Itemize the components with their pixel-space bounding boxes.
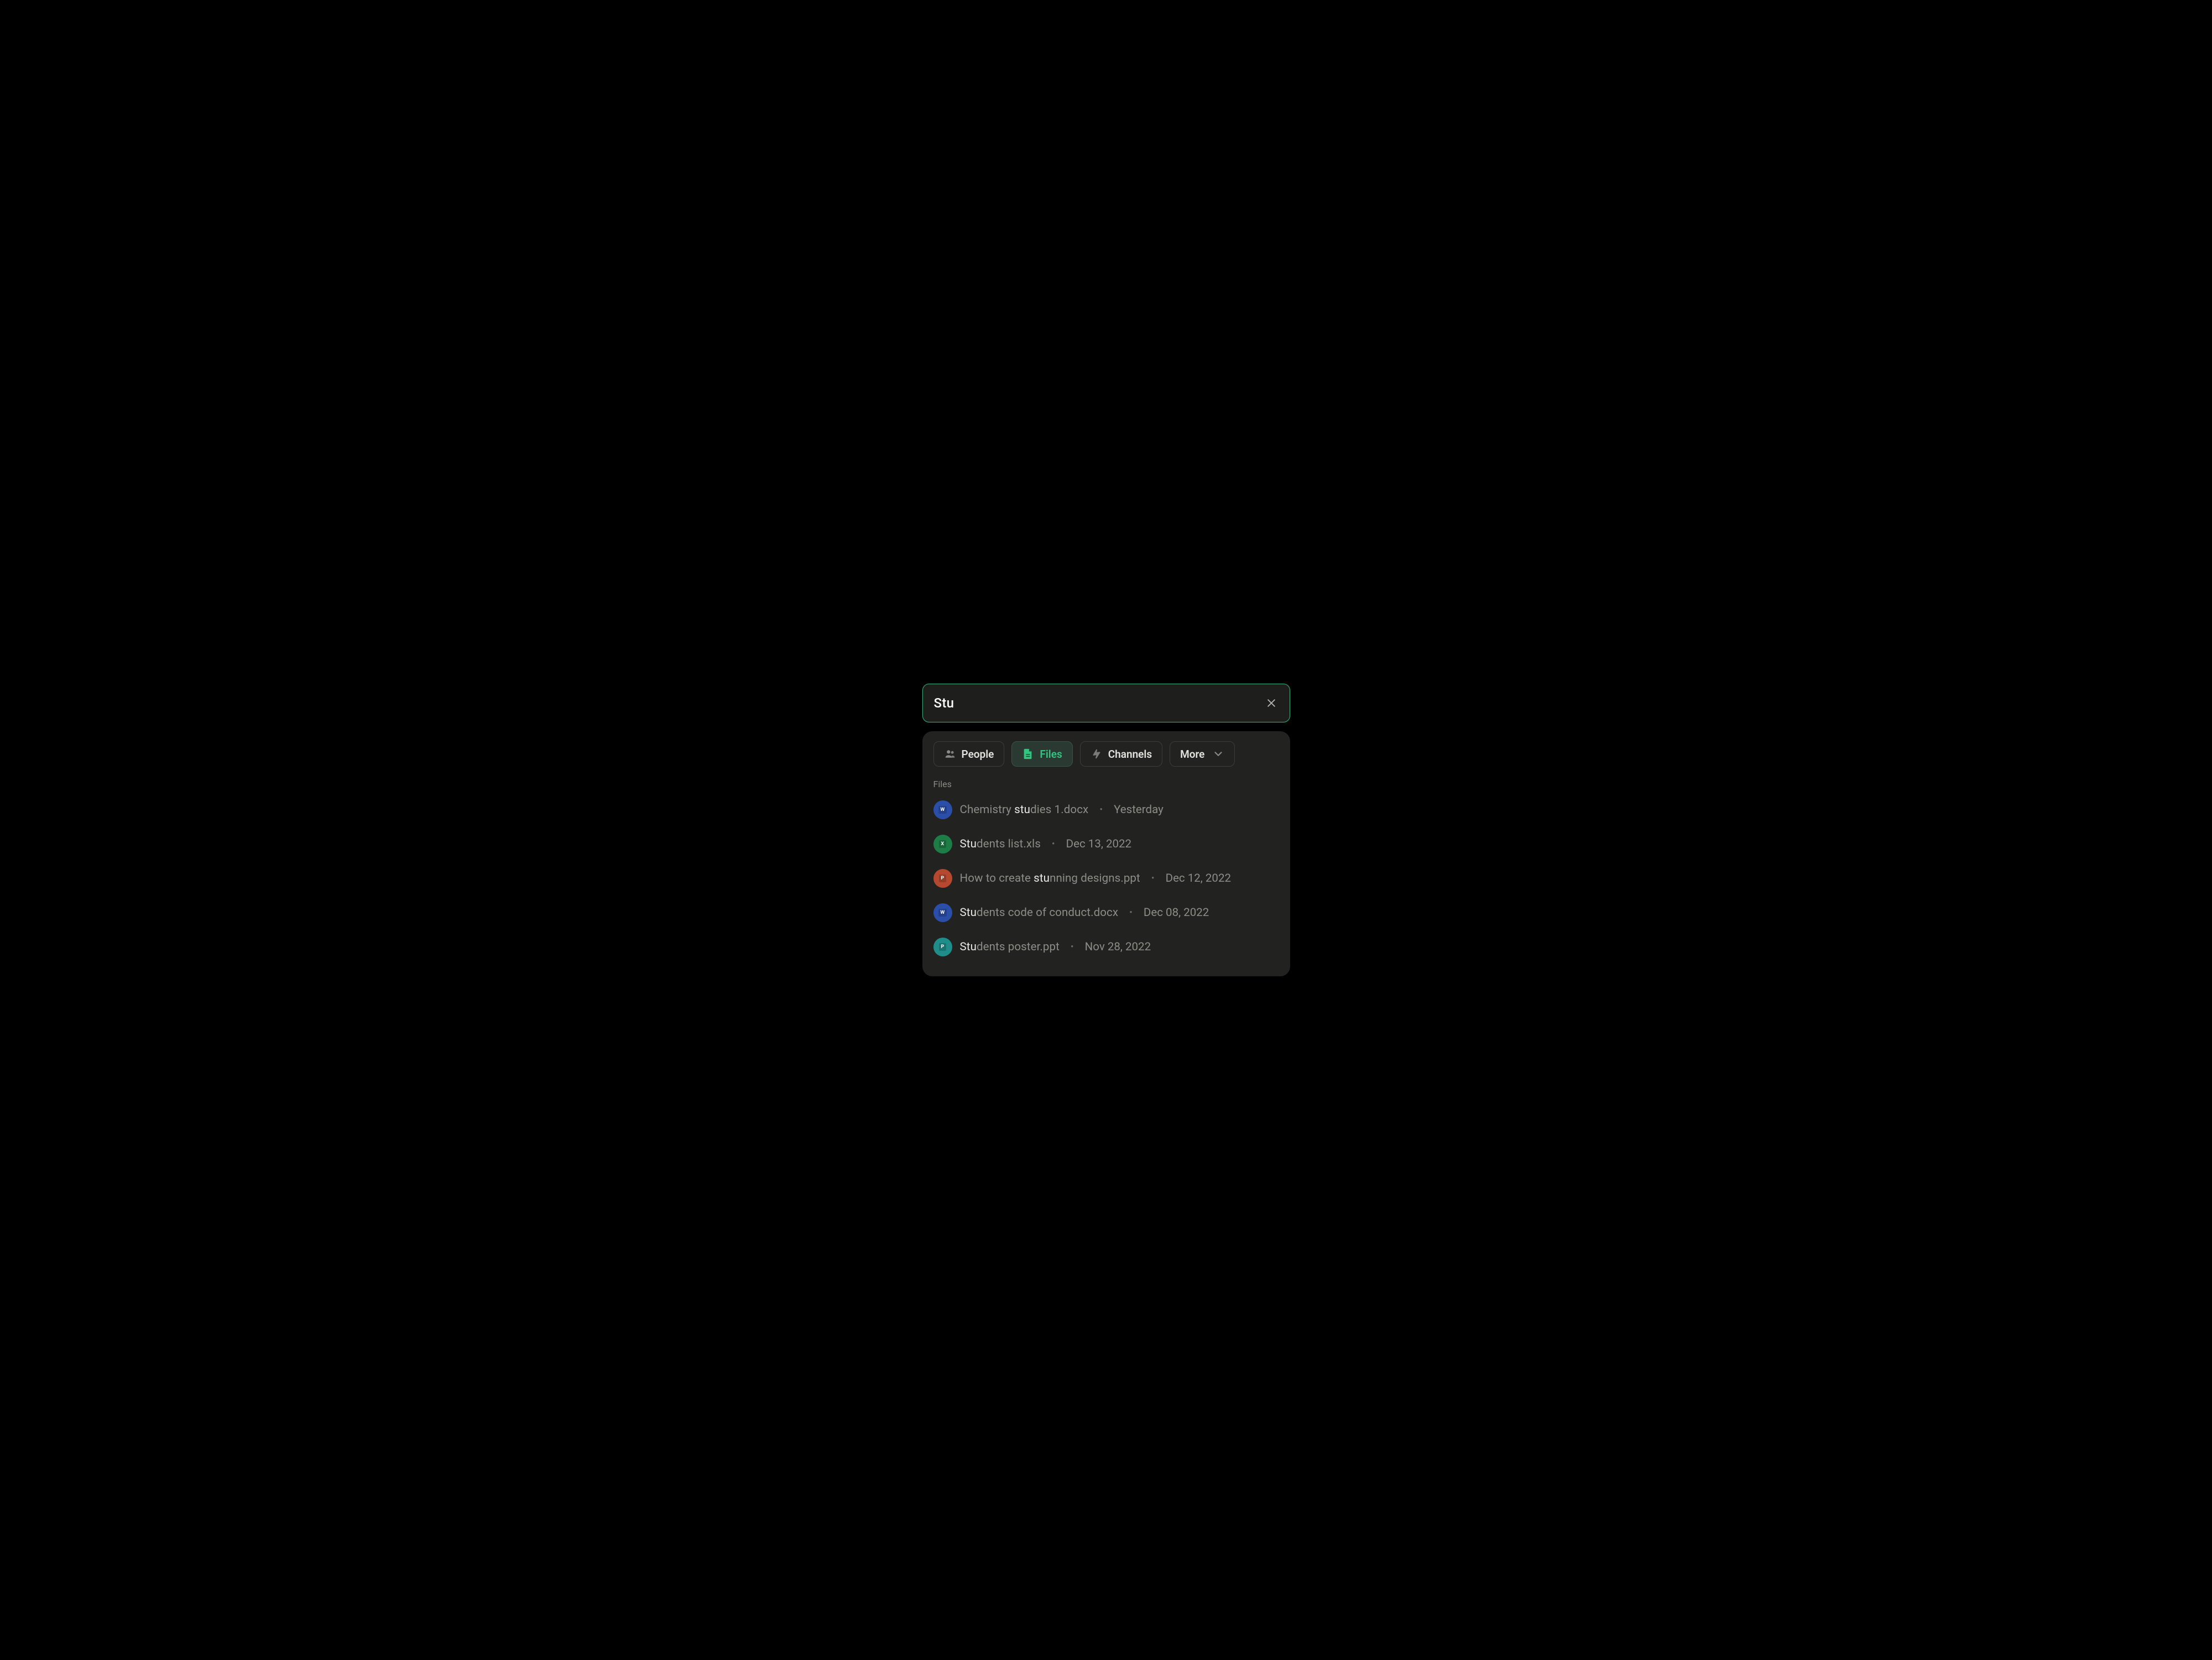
filter-channels[interactable]: Channels bbox=[1080, 741, 1162, 767]
result-row[interactable]: W Chemistry studies 1.docx • Yesterday bbox=[922, 793, 1290, 827]
search-bar[interactable] bbox=[922, 684, 1290, 722]
search-panel: People Files Channels More bbox=[922, 684, 1290, 976]
separator-dot: • bbox=[1067, 941, 1077, 953]
section-heading: Files bbox=[922, 772, 1290, 793]
excel-file-icon: X bbox=[933, 835, 952, 854]
results-dropdown: People Files Channels More bbox=[922, 731, 1290, 976]
filter-more[interactable]: More bbox=[1170, 741, 1235, 767]
separator-dot: • bbox=[1126, 907, 1136, 918]
close-icon bbox=[1266, 698, 1277, 709]
word-file-icon: W bbox=[933, 903, 952, 922]
result-row[interactable]: W Students code of conduct.docx • Dec 08, 2… bbox=[922, 896, 1290, 930]
file-date: Dec 13, 2022 bbox=[1066, 837, 1131, 851]
people-icon bbox=[944, 748, 956, 760]
file-name: How to create stunning designs.ppt bbox=[960, 872, 1140, 885]
file-date: Nov 28, 2022 bbox=[1085, 940, 1151, 954]
result-row[interactable]: P How to create stunning designs.ppt • Dec … bbox=[922, 861, 1290, 896]
search-input[interactable] bbox=[934, 695, 1265, 711]
separator-dot: • bbox=[1096, 804, 1106, 815]
file-date: Yesterday bbox=[1114, 803, 1164, 816]
file-name: Students poster.ppt bbox=[960, 940, 1060, 954]
ppt-file-icon: P bbox=[933, 869, 952, 888]
channels-icon bbox=[1091, 748, 1103, 760]
results-list: W Chemistry studies 1.docx • Yesterday X Stud… bbox=[922, 793, 1290, 964]
filter-label: People bbox=[962, 748, 994, 761]
filter-label: Files bbox=[1040, 748, 1062, 761]
separator-dot: • bbox=[1048, 839, 1058, 850]
filter-files[interactable]: Files bbox=[1011, 741, 1072, 767]
file-date: Dec 08, 2022 bbox=[1144, 906, 1209, 919]
file-name: Chemistry studies 1.docx bbox=[960, 803, 1089, 816]
file-icon bbox=[1022, 748, 1034, 760]
filter-label: More bbox=[1180, 748, 1204, 761]
filter-row: People Files Channels More bbox=[922, 741, 1290, 772]
separator-dot: • bbox=[1148, 873, 1158, 884]
file-date: Dec 12, 2022 bbox=[1166, 872, 1231, 885]
filter-label: Channels bbox=[1108, 748, 1152, 761]
result-row[interactable]: X Students list.xls • Dec 13, 2022 bbox=[922, 827, 1290, 861]
filter-people[interactable]: People bbox=[933, 741, 1005, 767]
chevron-down-icon bbox=[1212, 748, 1224, 760]
file-name: Students list.xls bbox=[960, 837, 1041, 851]
file-name: Students code of conduct.docx bbox=[960, 906, 1119, 919]
clear-search-button[interactable] bbox=[1264, 696, 1279, 710]
pub-file-icon: P bbox=[933, 938, 952, 956]
result-row[interactable]: P Students poster.ppt • Nov 28, 2022 bbox=[922, 930, 1290, 964]
word-file-icon: W bbox=[933, 800, 952, 819]
